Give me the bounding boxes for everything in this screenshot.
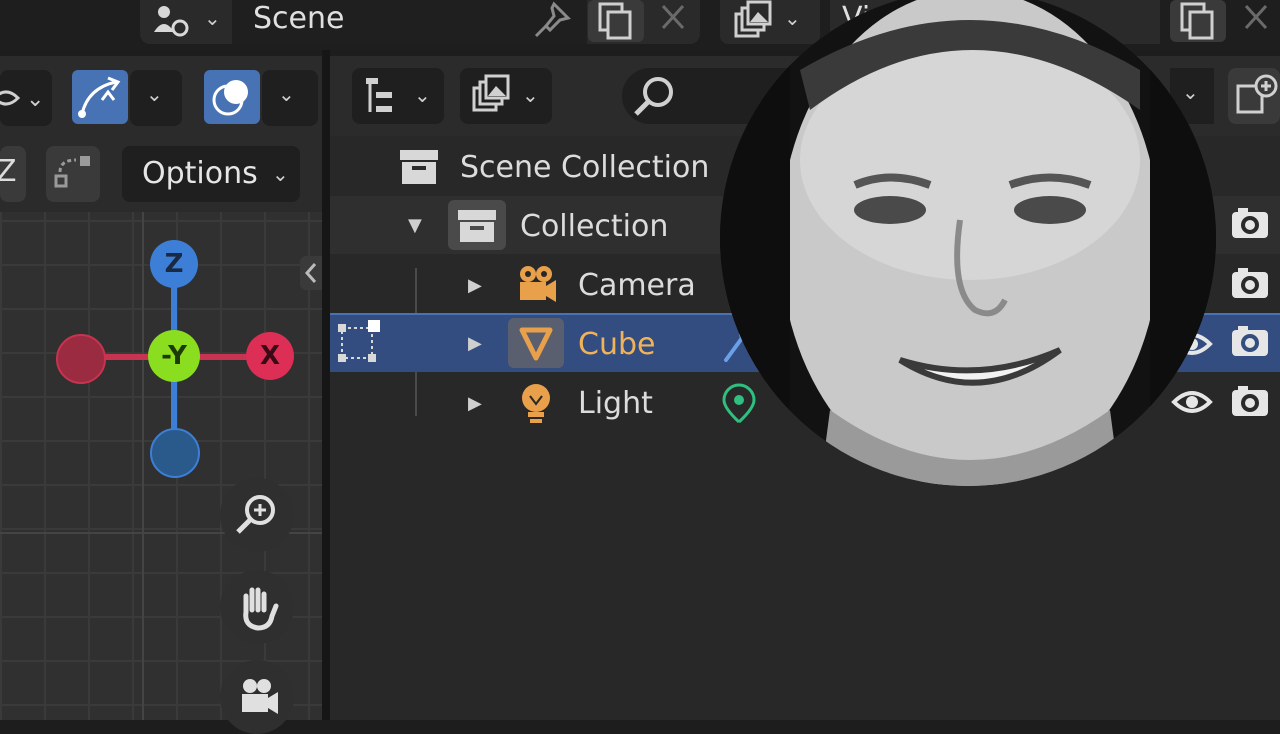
gizmo-neg-y-node[interactable]: -Y [148,330,200,382]
new-collection-button[interactable] [1228,68,1280,124]
svg-text:⌄: ⌄ [414,83,431,107]
gizmo-neg-y-label: -Y [161,341,187,371]
presenter-face-image [720,0,1216,486]
scene-type-icon[interactable] [150,2,190,40]
select-object-icon[interactable] [336,320,384,366]
svg-text:⌄: ⌄ [522,83,539,107]
outliner-display-mode-icon: ⌄ [366,78,431,112]
visibility-dropdown[interactable]: ⌄ [0,70,52,126]
collection-icon-box [448,200,506,250]
render-layers-icon[interactable] [730,0,778,40]
gizmo-z-node[interactable]: Z [150,240,198,288]
navigation-gizmo[interactable]: Z X -Y [50,236,300,480]
light-data-icon[interactable] [716,380,762,426]
collection-icon [458,210,496,242]
filter-dropdown[interactable]: ⌄ [460,68,552,124]
webcam-overlay [720,0,1216,486]
camera-render-icon[interactable] [1228,262,1272,306]
zoom-in-icon [236,495,275,534]
collection-label: Collection [520,209,669,244]
chevron-down-icon[interactable]: ⌄ [784,8,801,28]
camera-render-icon[interactable] [1228,202,1272,246]
mesh-object-icon [519,327,553,361]
gizmo-toggle-button[interactable] [72,70,128,124]
chevron-down-icon: ⌄ [146,82,163,106]
zoom-in-button[interactable] [220,478,294,552]
display-mode-dropdown[interactable]: ⌄ [352,68,444,124]
expand-right-icon[interactable]: ▶ [468,276,482,296]
chevron-down-icon: ⌄ [272,162,289,186]
item-label-camera: Camera [578,268,696,303]
options-label: Options [142,156,258,191]
overlays-toggle-button[interactable] [204,70,260,124]
item-label-light: Light [578,386,653,421]
gizmo-z-label: Z [164,249,184,279]
svg-text:⌄: ⌄ [26,87,44,112]
new-scene-button[interactable] [588,0,644,42]
gizmo-neg-x-node[interactable] [56,334,106,384]
expand-down-icon[interactable]: ▼ [408,216,422,236]
camera-render-icon[interactable] [1228,320,1272,364]
search-icon [634,77,673,116]
gizmo-x-label: X [259,341,281,371]
gizmo-dropdown[interactable]: ⌄ [130,70,182,126]
expand-right-icon[interactable]: ▶ [468,334,482,354]
snap-icon[interactable] [46,146,100,202]
area-divider[interactable] [322,50,330,720]
render-layers-icon: ⌄ [472,74,539,112]
camera-object-icon [512,262,560,308]
overlays-dropdown[interactable]: ⌄ [262,70,318,126]
close-icon[interactable] [648,0,698,40]
chevron-down-icon: ⌄ [1182,80,1199,104]
hand-pan-icon [243,587,279,631]
expand-right-icon[interactable]: ▶ [468,394,482,414]
axis-z-toggle[interactable]: Z [0,146,26,202]
item-label-cube: Cube [578,327,656,362]
pan-button[interactable] [220,570,294,644]
gizmo-x-node[interactable]: X [246,332,294,380]
axis-z-label: Z [0,154,17,189]
light-object-icon [514,380,558,428]
eye-icon[interactable] [1170,380,1214,424]
gizmo-neg-z-node[interactable] [150,428,200,478]
pin-icon[interactable] [530,0,574,40]
camera-render-icon[interactable] [1228,380,1272,424]
new-view-layer-button[interactable] [1170,0,1226,42]
new-collection-icon [1236,74,1278,114]
sidebar-toggle-icon[interactable] [300,256,322,290]
mesh-object-icon-box [508,318,564,368]
collection-icon [396,144,442,190]
close-icon[interactable] [1232,0,1280,40]
chevron-down-icon: ⌄ [278,82,295,106]
camera-view-icon [242,679,278,714]
chevron-down-icon[interactable]: ⌄ [204,8,221,28]
scene-name: Scene [253,1,345,36]
camera-view-button[interactable] [220,660,294,734]
scene-collection-label: Scene Collection [460,150,710,185]
